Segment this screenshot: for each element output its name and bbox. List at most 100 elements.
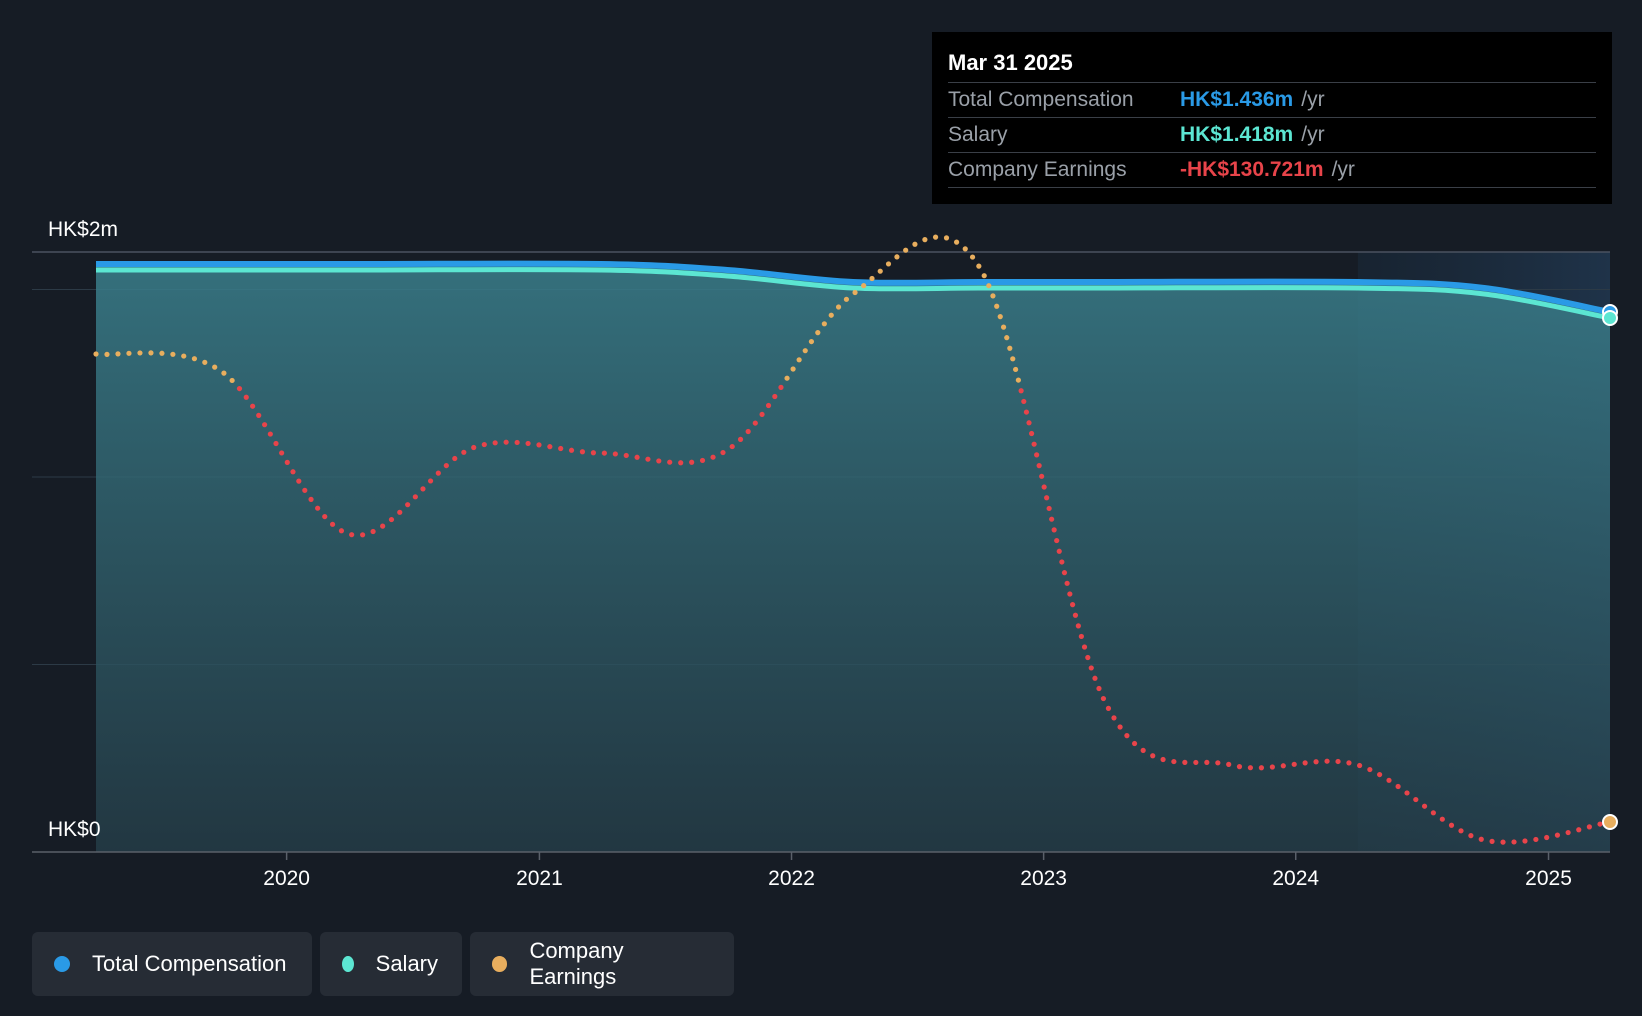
earnings-dot [1565,829,1571,836]
earnings-dot [349,532,355,538]
salary-endpoint [1602,310,1618,326]
earnings-dot [1067,591,1073,597]
earnings-dot [256,412,262,418]
legend-company-earnings[interactable]: Company Earnings [470,932,734,996]
earnings-dot [536,442,542,448]
earnings-dot [370,528,376,535]
earnings-dot [737,436,744,442]
earnings-dot [1150,753,1156,759]
earnings-dot [1439,816,1445,822]
earnings-dot [1421,803,1428,809]
x-tick-label: 2021 [516,867,563,890]
earnings-dot [1367,766,1373,773]
earnings-dot [1171,758,1177,765]
earnings-dot [397,509,403,515]
tooltip-label: Total Compensation [948,88,1134,111]
earnings-dot [471,444,477,451]
earnings-dot [1081,644,1088,650]
earnings-dot [778,384,784,390]
tooltip-value: -HK$130.721m [1180,158,1324,181]
earnings-dot [1586,824,1592,830]
earnings-dot [765,402,772,409]
earnings-dot [932,234,939,240]
earnings-dot [1072,612,1079,618]
tooltip-value: HK$1.436m [1180,88,1294,111]
earnings-endpoint [1602,814,1618,830]
earnings-dot [590,450,596,456]
earnings-dot [815,330,821,336]
earnings-dot [1049,516,1055,522]
earnings-dot [148,350,154,356]
tooltip-value: HK$1.418m [1180,123,1294,146]
earnings-dot [427,478,434,484]
earnings-dot [885,261,892,267]
earnings-dot [821,321,827,327]
earnings-dot [1015,377,1021,383]
earnings-dot [835,304,842,310]
earnings-dot [962,246,968,252]
earnings-dot [1088,665,1094,671]
earnings-dot [1324,758,1330,764]
earnings-dot [170,351,176,357]
earnings-dot [601,450,607,456]
tooltip-date: Mar 31 2025 [948,50,1073,75]
earnings-dot [212,364,218,370]
legend-label: Total Compensation [92,951,287,976]
earnings-dot [1182,759,1188,765]
earnings-dot [710,454,716,460]
earnings-dot [1377,771,1383,778]
earnings-dot [922,237,928,243]
earnings-dot [1193,759,1199,766]
earnings-dot [1075,623,1081,629]
earnings-dot [634,454,640,460]
earnings-dot [656,458,662,464]
earnings-dot [137,350,143,356]
earnings-dot [1554,832,1561,838]
earnings-dot [1236,764,1243,770]
legend-salary[interactable]: Salary [320,932,462,996]
earnings-dot [1522,838,1528,844]
earnings-dot [790,366,796,372]
earnings-dot [1291,761,1297,767]
earnings-dot [877,268,883,274]
earnings-dot [329,521,336,527]
earnings-dot [159,350,165,356]
earnings-dot [808,338,815,345]
earnings-dot [1413,796,1419,803]
earnings-dot [752,420,758,426]
earnings-dot [645,456,651,462]
earnings-dot [843,296,850,302]
earnings-dot [380,523,386,529]
earnings-dot [1117,724,1123,730]
earnings-dot [903,247,909,253]
x-tick-label: 2025 [1525,867,1572,890]
earnings-dot [1013,366,1019,373]
earnings-dot [461,449,467,455]
earnings-dot [678,460,684,466]
hover-tooltip: Mar 31 2025 Total Compensation HK$1.436m… [932,32,1612,204]
earnings-dot [990,293,996,299]
earnings-dot [1576,827,1582,833]
tooltip-unit: /yr [1301,123,1325,146]
earnings-dot [1160,756,1166,763]
earnings-dot [1036,463,1042,469]
earnings-dot [689,459,695,465]
earnings-dot [236,385,243,392]
earnings-dot [912,241,918,247]
earnings-dot [1007,345,1013,351]
earnings-dot [1124,733,1130,739]
earnings-dot [115,351,121,357]
earnings-dot [1357,762,1363,769]
earnings-dot [1448,822,1455,828]
earnings-dot [1000,324,1007,330]
legend-total-compensation[interactable]: Total Compensation [32,932,312,996]
earnings-dot [869,275,875,282]
earnings-dot [1269,764,1275,770]
earnings-dot [250,403,256,409]
earnings-dot [1430,810,1436,816]
earnings-dot [547,444,553,450]
earnings-dot [1597,821,1603,827]
legend-dot-icon [54,956,70,972]
earnings-dot [1064,580,1070,586]
earnings-dot [1500,839,1506,845]
